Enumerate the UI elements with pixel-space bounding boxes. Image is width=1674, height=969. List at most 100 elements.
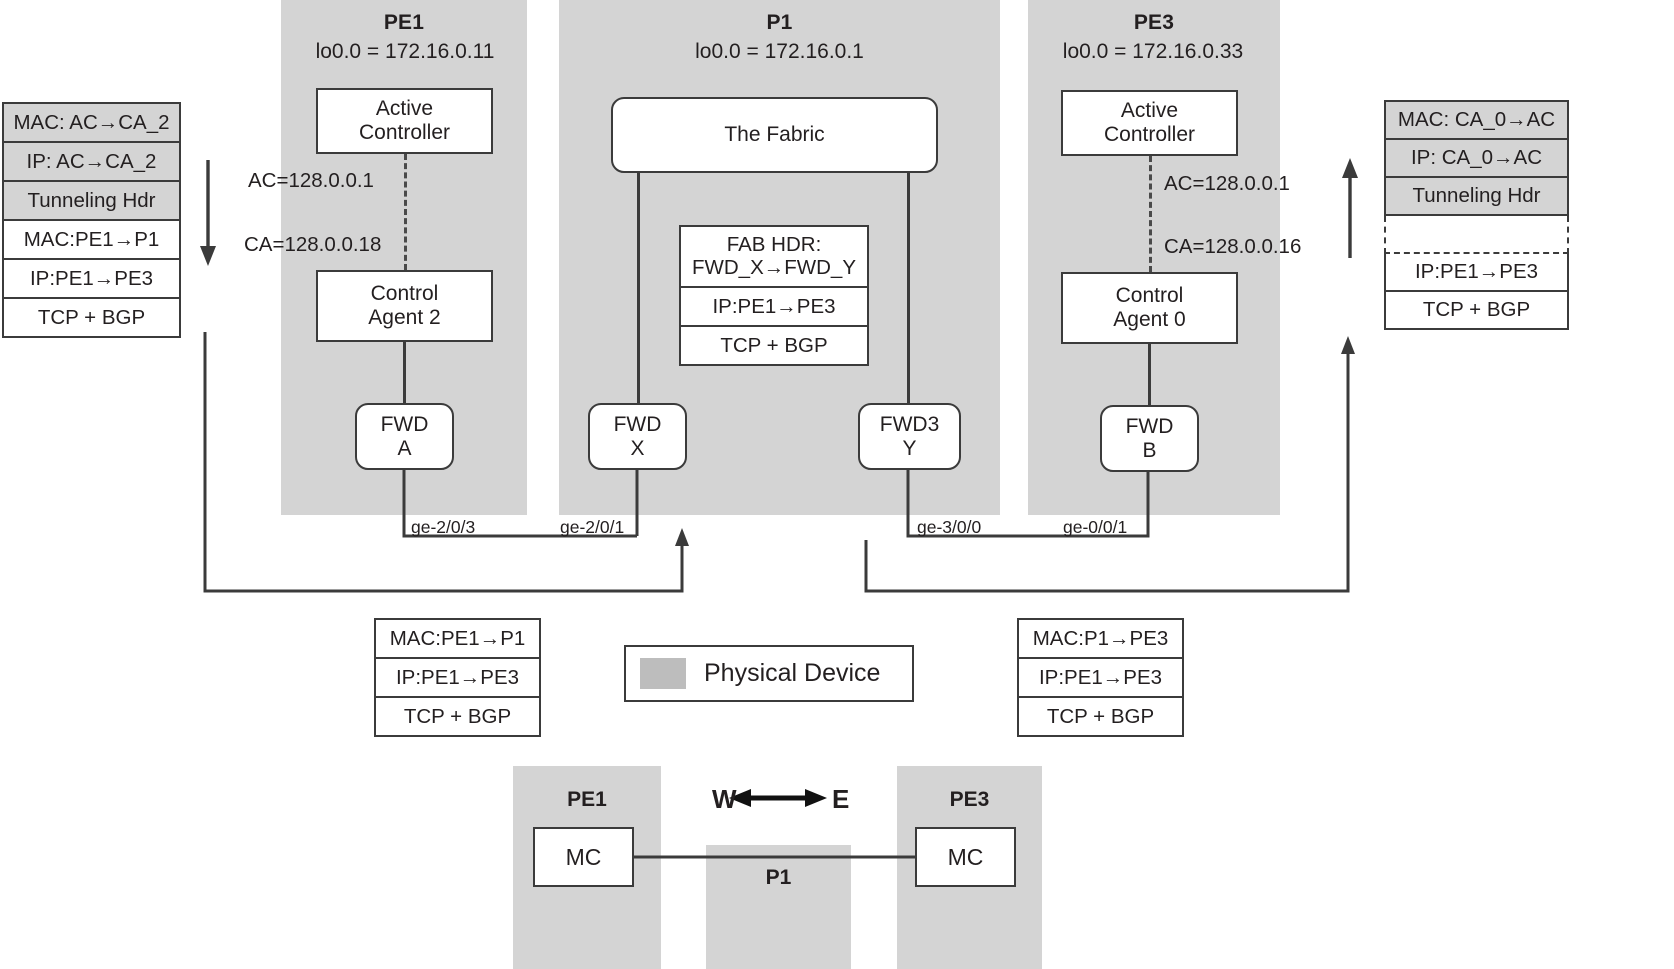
p1-fab-stack-row: TCP + BGP (681, 327, 867, 364)
p1-fwd-x-line2: X (630, 436, 645, 460)
bottom-left-packet-row: TCP + BGP (376, 698, 539, 735)
pe1-ac-ca-dashed-link (404, 154, 407, 270)
left-packet-stack: MAC: AC→CA_2 IP: AC→CA_2 Tunneling Hdr M… (2, 102, 181, 338)
pe3-control-agent-line1: Control (1115, 284, 1184, 308)
right-packet-row-text: TCP + BGP (1422, 298, 1531, 321)
pe1-control-agent[interactable]: Control Agent 2 (316, 270, 493, 342)
mini-node-mc-right[interactable]: MC (915, 827, 1016, 887)
right-packet-stack: MAC: CA_0→AC IP: CA_0→AC Tunneling Hdr I… (1383, 100, 1570, 330)
right-packet-row: IP: CA_0→AC (1386, 140, 1567, 178)
bottom-right-packet-row: IP:PE1→PE3 (1019, 659, 1182, 698)
interface-label-ge-2-0-1: ge-2/0/1 (560, 517, 625, 537)
bottom-right-packet-row: MAC:P1→PE3 (1019, 620, 1182, 659)
mini-node-mc-right-label: MC (947, 843, 984, 870)
bottom-right-packet-row-text: TCP + BGP (1046, 704, 1155, 728)
pe1-active-controller-line1: Active (375, 97, 434, 121)
left-packet-row: IP:PE1→PE3 (4, 260, 179, 299)
p1-fab-stack-row: IP:PE1→PE3 (681, 288, 867, 327)
interface-label-ge-3-0-0: ge-3/0/0 (917, 517, 982, 537)
right-packet-row-text: IP: CA_0→AC (1410, 146, 1543, 169)
p1-fwd-y-line1: FWD3 (879, 412, 940, 436)
p1-fab-stack-row-line1: TCP + BGP (720, 333, 828, 357)
p1-fab-stack-row: FAB HDR: FWD_X→FWD_Y (681, 227, 867, 288)
bottom-left-packet-row-text: IP:PE1→PE3 (395, 665, 520, 689)
mini-title-p1: P1 (765, 866, 792, 889)
pe3-active-controller-line2: Controller (1103, 123, 1196, 146)
mini-node-mc-left-label: MC (565, 843, 602, 870)
mini-node-mc-left[interactable]: MC (533, 827, 634, 887)
device-title-pe1: PE1 (383, 11, 425, 34)
left-packet-row-text: MAC:PE1→P1 (23, 227, 160, 251)
p1-fabric-label: The Fabric (724, 123, 825, 147)
p1-fabric-to-fwdy-line (907, 172, 910, 404)
mini-title-pe3: PE3 (949, 788, 990, 811)
pe1-control-agent-line1: Control (370, 282, 439, 306)
p1-fwd-y-line2: Y (902, 436, 917, 460)
left-packet-row: MAC: AC→CA_2 (4, 104, 179, 143)
legend: Physical Device (624, 645, 914, 702)
interface-label-ge-0-0-1: ge-0/0/1 (1063, 517, 1128, 537)
p1-fab-stack-row-line1: IP:PE1→PE3 (712, 294, 836, 318)
right-packet-row-text: IP:PE1→PE3 (1414, 260, 1539, 283)
legend-label: Physical Device (704, 659, 881, 687)
pe1-active-controller[interactable]: Active Controller (316, 88, 493, 154)
pe1-fwd-a-line2: A (397, 436, 412, 460)
bottom-right-packet-row: TCP + BGP (1019, 698, 1182, 735)
pe3-ac-label: AC=128.0.0.1 (1164, 172, 1290, 195)
p1-fab-stack-row-line2: FWD_X→FWD_Y (692, 255, 856, 279)
device-title-pe3: PE3 (1133, 11, 1175, 34)
bottom-right-packet-row-text: IP:PE1→PE3 (1038, 665, 1163, 689)
left-packet-row-text: MAC: AC→CA_2 (13, 110, 170, 134)
pe3-ac-ca-dashed-link (1149, 156, 1152, 272)
p1-fwd-y[interactable]: FWD3 Y (858, 403, 961, 470)
pe3-fwd-b-line1: FWD (1125, 414, 1174, 438)
device-loopback-pe3: lo0.0 = 172.16.0.33 (1062, 40, 1244, 63)
mini-east-label: E (832, 784, 850, 814)
pe3-active-controller[interactable]: Active Controller (1061, 90, 1238, 156)
pe3-ca-label: CA=128.0.0.16 (1164, 235, 1302, 258)
pe3-active-controller-line1: Active (1120, 99, 1179, 123)
p1-fwd-x[interactable]: FWD X (588, 403, 687, 470)
p1-fab-stack-row-line1: FAB HDR: (726, 232, 822, 256)
pe3-agent-to-fwd-line (1148, 344, 1151, 406)
right-packet-row-empty (1383, 216, 1570, 254)
left-packet-row-text: TCP + BGP (37, 305, 146, 329)
bottom-right-packet-stack: MAC:P1→PE3 IP:PE1→PE3 TCP + BGP (1017, 618, 1184, 737)
pe1-ca-label: CA=128.0.0.18 (244, 233, 382, 256)
pe3-control-agent-line2: Agent 0 (1113, 308, 1186, 331)
left-packet-row: TCP + BGP (4, 299, 179, 336)
bottom-left-packet-row-text: TCP + BGP (403, 704, 512, 728)
p1-fwd-x-line1: FWD (613, 412, 662, 436)
bottom-left-packet-row: IP:PE1→PE3 (376, 659, 539, 698)
right-packet-row-text: MAC: CA_0→AC (1397, 108, 1556, 131)
pe1-fwd-a[interactable]: FWD A (355, 403, 454, 470)
bottom-right-packet-row-text: MAC:P1→PE3 (1032, 626, 1169, 650)
left-packet-row-text: IP: AC→CA_2 (26, 149, 157, 173)
p1-fab-header-stack: FAB HDR: FWD_X→FWD_Y IP:PE1→PE3 TCP + BG… (679, 225, 869, 366)
interface-label-ge-2-0-3: ge-2/0/3 (411, 517, 476, 537)
mini-west-label: W (712, 784, 737, 814)
right-packet-row: MAC: CA_0→AC (1386, 102, 1567, 140)
bottom-left-packet-stack: MAC:PE1→P1 IP:PE1→PE3 TCP + BGP (374, 618, 541, 737)
device-loopback-p1: lo0.0 = 172.16.0.1 (695, 40, 864, 63)
left-packet-row: Tunneling Hdr (4, 182, 179, 221)
device-title-p1: P1 (766, 11, 793, 34)
bottom-left-packet-row: MAC:PE1→P1 (376, 620, 539, 659)
p1-fabric[interactable]: The Fabric (611, 97, 938, 173)
pe1-fwd-a-line1: FWD (380, 412, 429, 436)
pe1-control-agent-line2: Agent 2 (368, 306, 441, 329)
device-loopback-pe1: lo0.0 = 172.16.0.11 (315, 40, 495, 63)
right-packet-row-text: Tunneling Hdr (1412, 184, 1541, 207)
pe3-control-agent[interactable]: Control Agent 0 (1061, 272, 1238, 344)
pe1-ac-label: AC=128.0.0.1 (248, 169, 374, 192)
pe1-agent-to-fwd-line (403, 342, 406, 404)
pe1-active-controller-line2: Controller (358, 121, 451, 144)
mini-panel-p1 (706, 845, 851, 969)
left-packet-row: MAC:PE1→P1 (4, 221, 179, 260)
right-packet-row: IP:PE1→PE3 (1386, 254, 1567, 292)
pe3-fwd-b-line2: B (1142, 438, 1157, 462)
pe3-fwd-b[interactable]: FWD B (1100, 405, 1199, 472)
right-packet-row: TCP + BGP (1386, 292, 1567, 328)
right-packet-row: Tunneling Hdr (1386, 178, 1567, 216)
left-packet-row-text: IP:PE1→PE3 (29, 266, 154, 290)
